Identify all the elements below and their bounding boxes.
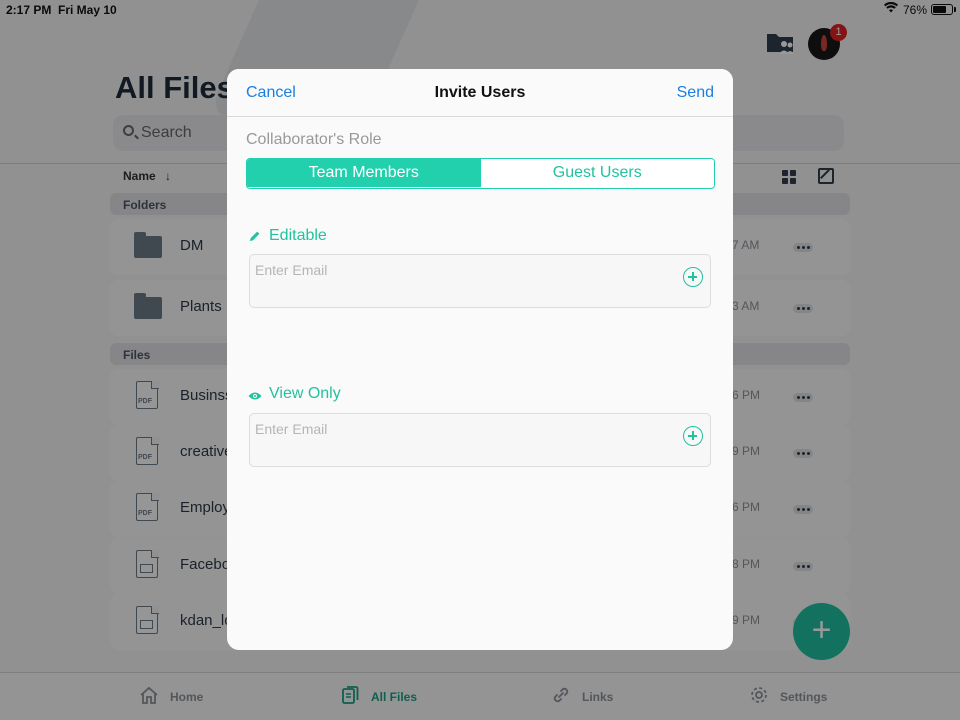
send-button[interactable]: Send bbox=[677, 84, 714, 102]
view-only-email-input[interactable] bbox=[255, 420, 665, 438]
segment-team-members[interactable]: Team Members bbox=[247, 159, 481, 187]
segment-guest-users[interactable]: Guest Users bbox=[480, 159, 714, 187]
role-segmented-control: Team Members Guest Users bbox=[246, 158, 715, 189]
eye-icon bbox=[248, 388, 262, 400]
dialog-title: Invite Users bbox=[434, 84, 526, 101]
view-only-email-box bbox=[249, 413, 711, 467]
pencil-icon bbox=[249, 229, 261, 241]
collaborator-role-label: Collaborator's Role bbox=[246, 131, 382, 148]
cancel-button[interactable]: Cancel bbox=[246, 84, 296, 102]
editable-email-input[interactable] bbox=[255, 261, 665, 279]
view-only-label: View Only bbox=[269, 385, 341, 402]
add-view-only-email-icon[interactable] bbox=[683, 426, 703, 446]
add-editable-email-icon[interactable] bbox=[683, 267, 703, 287]
dialog-header: Cancel Invite Users Send bbox=[227, 69, 733, 117]
editable-email-box bbox=[249, 254, 711, 308]
editable-label: Editable bbox=[269, 227, 327, 244]
invite-users-dialog: Cancel Invite Users Send Collaborator's … bbox=[227, 69, 733, 650]
